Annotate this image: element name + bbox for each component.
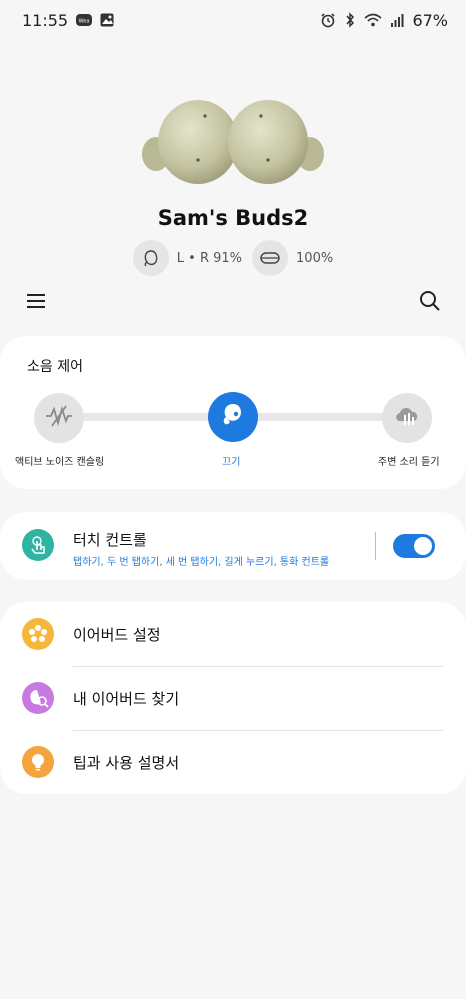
- search-icon[interactable]: [418, 289, 442, 313]
- menu-item-tips-manual[interactable]: 팁과 사용 설명서: [0, 730, 466, 794]
- earbuds-image: [140, 96, 326, 188]
- weather-badge-icon: Wea: [76, 14, 93, 26]
- anc-mode-label: 액티브 노이즈 캔슬링: [15, 457, 105, 468]
- ambient-mode-label: 주변 소리 듣기: [378, 457, 440, 468]
- menu-item-find-earbuds[interactable]: 내 이어버드 찾기: [0, 666, 466, 730]
- gear-flower-icon: [22, 618, 54, 650]
- off-mode-button[interactable]: [208, 392, 258, 442]
- battery-percent: 67%: [412, 10, 448, 30]
- status-time: 11:55: [22, 10, 69, 30]
- touch-controls-title: 터치 컨트롤: [73, 531, 147, 549]
- anc-mode-button[interactable]: [34, 393, 84, 443]
- ambient-mode-button[interactable]: [382, 393, 432, 443]
- touch-divider: [375, 532, 376, 560]
- touch-controls-subtitle: 탭하기, 두 번 탭하기, 세 번 탭하기, 길게 누르기, 통화 컨트롤: [73, 557, 330, 568]
- menu-item-label: 이어버드 설정: [73, 626, 161, 644]
- device-name: Sam's Buds2: [157, 206, 309, 230]
- anc-icon: [44, 401, 74, 435]
- ambient-sound-icon: [392, 401, 422, 435]
- status-bar: 11:55 Wea 67%: [0, 0, 466, 40]
- noise-control-title: 소음 제어: [27, 359, 83, 375]
- earbud-icon: [132, 240, 169, 276]
- menu-item-label: 내 이어버드 찾기: [73, 690, 180, 708]
- off-mode-label: 끄기: [222, 457, 241, 468]
- touch-controls-toggle[interactable]: [393, 534, 435, 558]
- status-right: 67%: [320, 11, 448, 30]
- signal-icon: [390, 13, 404, 27]
- case-icon: [252, 240, 289, 276]
- earbuds-battery: L • R 91%: [132, 240, 243, 276]
- menu-item-earbud-settings[interactable]: 이어버드 설정: [0, 602, 466, 666]
- touch-controls-card[interactable]: 터치 컨트롤 탭하기, 두 번 탭하기, 세 번 탭하기, 길게 누르기, 통화…: [0, 512, 466, 580]
- case-battery-text: 100%: [296, 250, 334, 266]
- svg-text:Wea: Wea: [79, 19, 90, 25]
- lightbulb-icon: [22, 746, 54, 778]
- case-battery: 100%: [252, 240, 333, 276]
- toggle-knob: [414, 537, 432, 555]
- bluetooth-icon: [344, 12, 356, 28]
- find-earbuds-icon: [22, 682, 54, 714]
- battery-row: L • R 91% 100%: [0, 240, 466, 276]
- toolbar: [0, 283, 466, 319]
- touch-hand-icon: [22, 529, 54, 561]
- menu-item-label: 팁과 사용 설명서: [73, 754, 180, 772]
- menu-card: 이어버드 설정 내 이어버드 찾기 팁과 사용 설명서: [0, 602, 466, 794]
- gallery-icon: [100, 13, 114, 27]
- earbud-off-icon: [218, 400, 248, 434]
- status-left: 11:55 Wea: [22, 11, 114, 30]
- earbuds-battery-text: L • R 91%: [176, 250, 243, 266]
- wifi-icon: [364, 13, 382, 27]
- alarm-icon: [320, 12, 336, 28]
- hamburger-menu-icon[interactable]: [24, 289, 48, 313]
